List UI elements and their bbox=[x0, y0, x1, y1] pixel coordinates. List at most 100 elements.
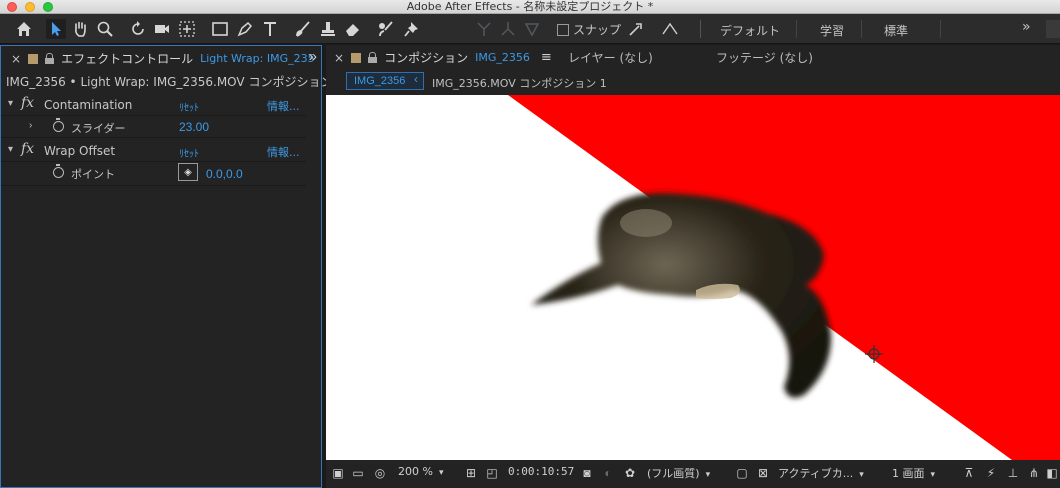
chevron-down-icon: ▾ bbox=[930, 470, 936, 480]
rotate-icon[interactable] bbox=[128, 19, 148, 39]
tab-footage[interactable]: フッテージ (なし) bbox=[716, 49, 813, 66]
camera-dropdown[interactable]: アクティブカ... ▾ bbox=[778, 465, 864, 481]
current-time[interactable]: 0:00:10:57 bbox=[508, 465, 574, 478]
twirl-down-icon[interactable]: ▾ bbox=[8, 144, 13, 155]
views-dropdown[interactable]: 1 画面 ▾ bbox=[892, 465, 935, 481]
roto-brush-icon[interactable] bbox=[375, 19, 395, 39]
show-snapshot-icon[interactable]: ◐ bbox=[600, 466, 616, 480]
workspace-learn[interactable]: 学習 bbox=[820, 22, 844, 39]
search-help-icon[interactable] bbox=[1046, 20, 1060, 38]
fx-icon[interactable]: fx bbox=[21, 141, 34, 157]
comp-crumb-text[interactable]: IMG_2356.MOV コンポジション 1 bbox=[432, 75, 607, 91]
monitor-icon[interactable]: ▭ bbox=[350, 466, 366, 480]
panel-overflow-icon[interactable]: » bbox=[309, 48, 317, 65]
home-icon[interactable] bbox=[14, 19, 34, 39]
view-axis-icon[interactable] bbox=[522, 19, 542, 39]
region-of-interest-icon[interactable]: ⊞ bbox=[463, 466, 479, 480]
twirl-right-icon[interactable]: › bbox=[29, 120, 32, 131]
composition-footer: ▣ ▭ ◎ 200 % ▾ ⊞ ◰ 0:00:10:57 ◙ ◐ ✿ (フル画質)… bbox=[326, 460, 1060, 488]
type-icon[interactable] bbox=[260, 19, 280, 39]
workspace-standard[interactable]: 標準 bbox=[884, 22, 908, 39]
composition-tabbar: × コンポジション IMG_2356 ≡ レイヤー (なし) フッテージ (なし… bbox=[326, 45, 1060, 69]
shape-fill-icon[interactable] bbox=[660, 19, 680, 39]
workspace-divider bbox=[861, 20, 862, 38]
hand-icon[interactable] bbox=[70, 19, 90, 39]
lock-icon[interactable] bbox=[368, 52, 378, 63]
composition-breadcrumb: IMG_2356 ‹ IMG_2356.MOV コンポジション 1 bbox=[326, 71, 1060, 93]
fast-previews-icon[interactable]: ▢ bbox=[734, 466, 750, 480]
workspace-overflow-icon[interactable]: » bbox=[1022, 19, 1031, 35]
tool-bar: スナップ デフォルト 学習 標準 » bbox=[0, 14, 1060, 44]
tab-layer-name: Light Wrap: IMG_235 bbox=[200, 52, 315, 65]
param-row-point: ポイント ◈ 0.0,0.0 bbox=[1, 162, 306, 186]
eraser-icon[interactable] bbox=[343, 19, 363, 39]
twirl-down-icon[interactable]: ▾ bbox=[8, 98, 13, 109]
effect-header-wrap-offset[interactable]: ▾ fx Wrap Offset ﾘｾｯﾄ 情報... bbox=[1, 140, 306, 162]
stopwatch-icon[interactable] bbox=[53, 164, 64, 178]
pan-behind-icon[interactable] bbox=[177, 19, 197, 39]
close-tab-icon[interactable]: × bbox=[334, 51, 344, 65]
pen-icon[interactable] bbox=[235, 19, 255, 39]
snap-checkbox[interactable] bbox=[557, 23, 569, 36]
zoom-value: 200 % bbox=[398, 465, 433, 478]
color-channel-icon[interactable]: ✿ bbox=[622, 466, 638, 480]
snapshot-camera-icon[interactable]: ◙ bbox=[579, 466, 595, 480]
brush-icon[interactable] bbox=[293, 19, 313, 39]
chevron-down-icon: ▾ bbox=[438, 468, 444, 478]
info-link[interactable]: 情報... bbox=[267, 144, 300, 160]
flowchart-icon[interactable]: ⚡ bbox=[983, 466, 999, 480]
align-axis-icon[interactable] bbox=[474, 19, 494, 39]
resolution-value: (フル画質) bbox=[647, 467, 700, 480]
zoom-icon[interactable] bbox=[95, 19, 115, 39]
comp-crumb-tab[interactable]: IMG_2356 bbox=[346, 72, 424, 90]
exposure-icon[interactable]: ◧ bbox=[1044, 466, 1060, 480]
window-title: Adobe After Effects - 名称未設定プロジェクト * bbox=[406, 0, 654, 13]
transparency-grid-icon[interactable]: ◰ bbox=[484, 466, 500, 480]
always-preview-icon[interactable]: ▣ bbox=[330, 466, 346, 480]
resolution-dropdown[interactable]: (フル画質) ▾ bbox=[647, 465, 710, 481]
panel-color-icon bbox=[28, 53, 39, 64]
tab-title: エフェクトコントロール bbox=[61, 52, 194, 66]
views-value: 1 画面 bbox=[892, 467, 925, 480]
camera-value: アクティブカ... bbox=[778, 467, 854, 480]
stopwatch-icon[interactable] bbox=[53, 118, 64, 132]
tab-composition[interactable]: × コンポジション IMG_2356 ≡ bbox=[334, 49, 552, 66]
lock-icon[interactable] bbox=[45, 53, 55, 64]
selection-arrow-icon[interactable] bbox=[46, 19, 66, 39]
world-axis-icon[interactable] bbox=[498, 19, 518, 39]
rectangle-icon[interactable] bbox=[210, 19, 230, 39]
reset-link[interactable]: ﾘｾｯﾄ bbox=[179, 145, 199, 160]
zoom-dropdown[interactable]: 200 % ▾ bbox=[398, 465, 443, 478]
point-value[interactable]: 0.0,0.0 bbox=[206, 167, 243, 181]
param-row-slider: › スライダー 23.00 bbox=[1, 116, 306, 138]
clone-stamp-icon[interactable] bbox=[318, 19, 338, 39]
comp-flowchart-icon[interactable]: ⋔ bbox=[1026, 466, 1042, 480]
slider-value[interactable]: 23.00 bbox=[179, 120, 209, 134]
snap-options-icon[interactable] bbox=[626, 19, 646, 39]
tab-effect-controls[interactable]: × エフェクトコントロール Light Wrap: IMG_235 bbox=[11, 50, 315, 67]
camera-icon[interactable] bbox=[152, 19, 172, 39]
snap-label: スナップ bbox=[573, 23, 622, 37]
tab-layer[interactable]: レイヤー (なし) bbox=[568, 49, 653, 66]
snap-toggle[interactable]: スナップ bbox=[557, 21, 621, 38]
viewer-canvas bbox=[326, 95, 1060, 460]
workspace-divider bbox=[940, 20, 941, 38]
timeline-icon[interactable]: ⊥ bbox=[1005, 466, 1021, 480]
puppet-pin-icon[interactable] bbox=[402, 19, 422, 39]
crumb-back-icon[interactable]: ‹ bbox=[414, 72, 418, 86]
title-bar: Adobe After Effects - 名称未設定プロジェクト * bbox=[0, 0, 1060, 14]
close-tab-icon[interactable]: × bbox=[11, 52, 21, 66]
info-link[interactable]: 情報... bbox=[267, 98, 300, 114]
point-picker-button[interactable]: ◈ bbox=[178, 163, 198, 181]
composition-viewer[interactable] bbox=[326, 95, 1060, 460]
reset-link[interactable]: ﾘｾｯﾄ bbox=[179, 99, 199, 114]
fx-icon[interactable]: fx bbox=[21, 95, 34, 111]
reset-exposure-icon[interactable]: ⊼ bbox=[961, 466, 977, 480]
effect-header-contamination[interactable]: ▾ fx Contamination ﾘｾｯﾄ 情報... bbox=[1, 94, 306, 116]
toggle-grid-icon[interactable]: ⊠ bbox=[755, 466, 771, 480]
mask-visibility-icon[interactable]: ◎ bbox=[372, 466, 388, 480]
effect-name: Wrap Offset bbox=[44, 144, 116, 158]
panel-menu-icon[interactable]: ≡ bbox=[541, 50, 552, 65]
workspace-default[interactable]: デフォルト bbox=[720, 22, 780, 39]
effect-controls-subtitle: IMG_2356 • Light Wrap: IMG_2356.MOV コンポジ… bbox=[6, 75, 344, 89]
